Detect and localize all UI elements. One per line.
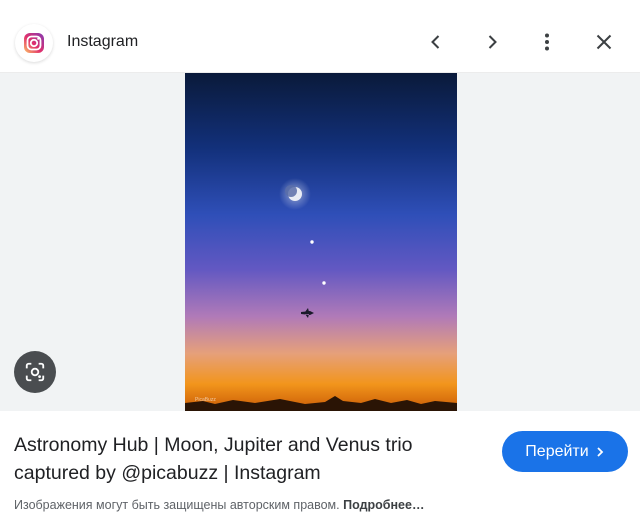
chevron-right-icon <box>597 446 603 457</box>
goto-label: Перейти <box>525 442 589 460</box>
preview-photo[interactable]: PicaBuzz <box>185 73 457 411</box>
more-vert-icon <box>545 33 549 51</box>
goto-button[interactable]: Перейти <box>502 431 628 472</box>
google-lens-button[interactable] <box>14 351 56 393</box>
venus <box>322 281 326 285</box>
google-lens-icon <box>25 362 45 382</box>
photo-watermark: PicaBuzz <box>195 397 216 403</box>
copyright-notice: Изображения могут быть защищены авторски… <box>14 498 424 512</box>
more-options-button[interactable] <box>527 22 567 62</box>
jupiter <box>310 240 314 244</box>
close-icon <box>596 34 612 50</box>
site-name[interactable]: Instagram <box>67 33 138 51</box>
result-title[interactable]: Astronomy Hub | Moon, Jupiter and Venus … <box>14 431 464 487</box>
chevron-left-icon <box>431 35 440 49</box>
copyright-text: Изображения могут быть защищены авторски… <box>14 498 340 512</box>
panel-header: Instagram <box>0 0 640 73</box>
more-link[interactable]: Подробнее… <box>343 498 424 512</box>
instagram-icon[interactable] <box>15 24 53 62</box>
close-button[interactable] <box>584 22 624 62</box>
chevron-right-icon <box>488 35 497 49</box>
info-panel: Astronomy Hub | Moon, Jupiter and Venus … <box>0 411 640 529</box>
image-preview: PicaBuzz <box>0 73 640 411</box>
next-button[interactable] <box>472 22 512 62</box>
previous-button[interactable] <box>416 22 456 62</box>
